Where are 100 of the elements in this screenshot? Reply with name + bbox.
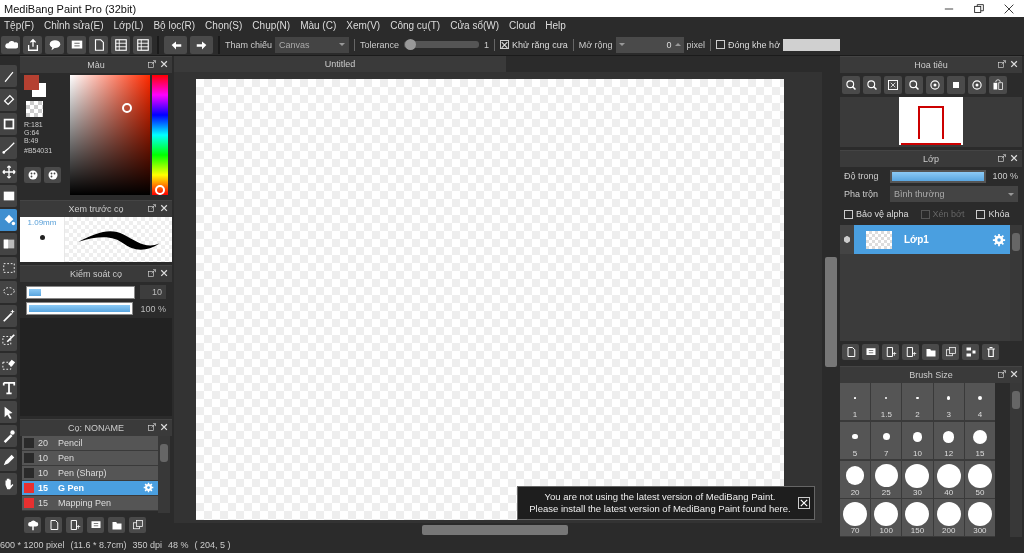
comment-button[interactable] [87,517,104,533]
tool-button[interactable] [0,377,17,399]
grid-button[interactable] [133,35,152,54]
square-button[interactable] [947,76,965,94]
close-button[interactable] [159,59,170,70]
menu-item[interactable]: Bộ lọc(R) [149,20,202,31]
tool-button[interactable] [0,89,17,111]
tool-button[interactable] [0,257,17,279]
menu-item[interactable]: Lớp(L) [109,20,150,31]
menu-item[interactable]: Tệp(F) [0,20,40,31]
undo-button[interactable] [164,35,187,54]
brush-size-option[interactable]: 2 [902,383,933,420]
close-button[interactable] [159,268,170,279]
brush-size-option[interactable]: 25 [871,460,902,498]
color-picker[interactable] [70,75,150,195]
zoom-button[interactable] [863,76,881,94]
popout-button[interactable] [147,422,158,433]
folder-button[interactable] [108,517,125,533]
tool-button[interactable] [0,185,17,207]
folder-button[interactable] [922,344,939,360]
tool-button[interactable] [0,281,17,303]
tool-button[interactable] [0,137,17,159]
cloud-button[interactable] [1,35,20,54]
new-document-button[interactable] [902,344,919,360]
speech-bubble-button[interactable] [45,35,64,54]
document-button[interactable] [45,517,62,533]
tool-button[interactable] [0,233,17,255]
popout-button[interactable] [147,59,158,70]
tool-button[interactable] [0,425,17,447]
brush-size-option[interactable]: 20 [840,460,871,498]
tool-button[interactable] [0,353,17,375]
gap-field[interactable] [783,38,841,51]
grid-button[interactable] [111,35,130,54]
comment-button[interactable] [862,344,879,360]
brush-size-option[interactable]: 3 [933,383,964,420]
close-button[interactable] [798,497,810,509]
brush-size-option[interactable]: 15 [964,421,995,459]
comment-button[interactable] [67,35,86,54]
document-button[interactable] [89,35,108,54]
brush-size-option[interactable]: 1 [840,383,871,420]
document-tab[interactable]: Untitled [174,56,506,72]
brush-size-option[interactable]: 4 [964,383,995,420]
tool-button[interactable] [0,65,17,87]
size-value[interactable]: 10 [140,285,166,299]
slider[interactable] [26,285,135,299]
copy-button[interactable] [129,517,146,533]
brush-size-option[interactable]: 150 [902,499,933,537]
scrollbar[interactable] [158,435,170,513]
popout-button[interactable] [147,203,158,214]
tool-button[interactable] [0,449,17,471]
document-button[interactable] [842,344,859,360]
popout-button[interactable] [997,59,1008,70]
tool-button[interactable] [0,113,17,135]
share-button[interactable] [23,35,42,54]
brush-size-option[interactable]: 7 [871,421,902,459]
brush-size-option[interactable]: 70 [840,499,871,537]
expand-spinbox[interactable]: 0 [615,36,684,53]
popout-button[interactable] [997,153,1008,164]
brush-size-option[interactable]: 50 [964,460,995,498]
cloud-upload-button[interactable] [24,517,41,533]
brush-size-option[interactable]: 5 [840,421,871,459]
close-button[interactable] [1009,153,1020,164]
menu-item[interactable]: Chụp(N) [248,20,297,31]
menu-item[interactable]: Màu (C) [296,20,343,31]
menu-item[interactable]: Help [541,20,572,31]
palette-button[interactable] [24,167,41,183]
close-button[interactable] [1009,369,1020,380]
new-document-button[interactable] [66,517,83,533]
rotate-button[interactable] [968,76,986,94]
tolerance-slider[interactable] [404,41,480,48]
transparent-swatch[interactable] [26,101,43,117]
menu-item[interactable]: Công cụ(T) [386,20,447,31]
zoom-button[interactable] [842,76,860,94]
brush-size-option[interactable]: 200 [933,499,964,537]
reference-dropdown[interactable]: Canvas [275,36,350,53]
close-button[interactable] [159,422,170,433]
brush-size-option[interactable]: 100 [871,499,902,537]
menu-item[interactable]: Chỉnh sửa(E) [40,20,110,31]
redo-button[interactable] [190,35,213,54]
blend-mode-dropdown[interactable]: Bình thường [890,186,1018,202]
close-button[interactable] [1009,59,1020,70]
copy-button[interactable] [942,344,959,360]
popout-button[interactable] [147,268,158,279]
menu-item[interactable]: Cửa sổ(W) [446,20,506,31]
close-button[interactable] [159,203,170,214]
palette-button[interactable] [44,167,61,183]
brush-size-option[interactable]: 40 [933,460,964,498]
brush-size-option[interactable]: 10 [902,421,933,459]
brush-size-option[interactable]: 300 [964,499,995,537]
tool-button[interactable] [0,329,17,351]
flip-button[interactable] [989,76,1007,94]
trash-button[interactable] [982,344,999,360]
fit-button[interactable] [884,76,902,94]
menu-item[interactable]: Chọn(S) [201,20,249,31]
tool-button[interactable] [0,305,17,327]
rotate-button[interactable] [926,76,944,94]
tool-button[interactable] [0,401,17,423]
brush-size-option[interactable]: 30 [902,460,933,498]
tool-button[interactable] [0,161,17,183]
popout-button[interactable] [997,369,1008,380]
